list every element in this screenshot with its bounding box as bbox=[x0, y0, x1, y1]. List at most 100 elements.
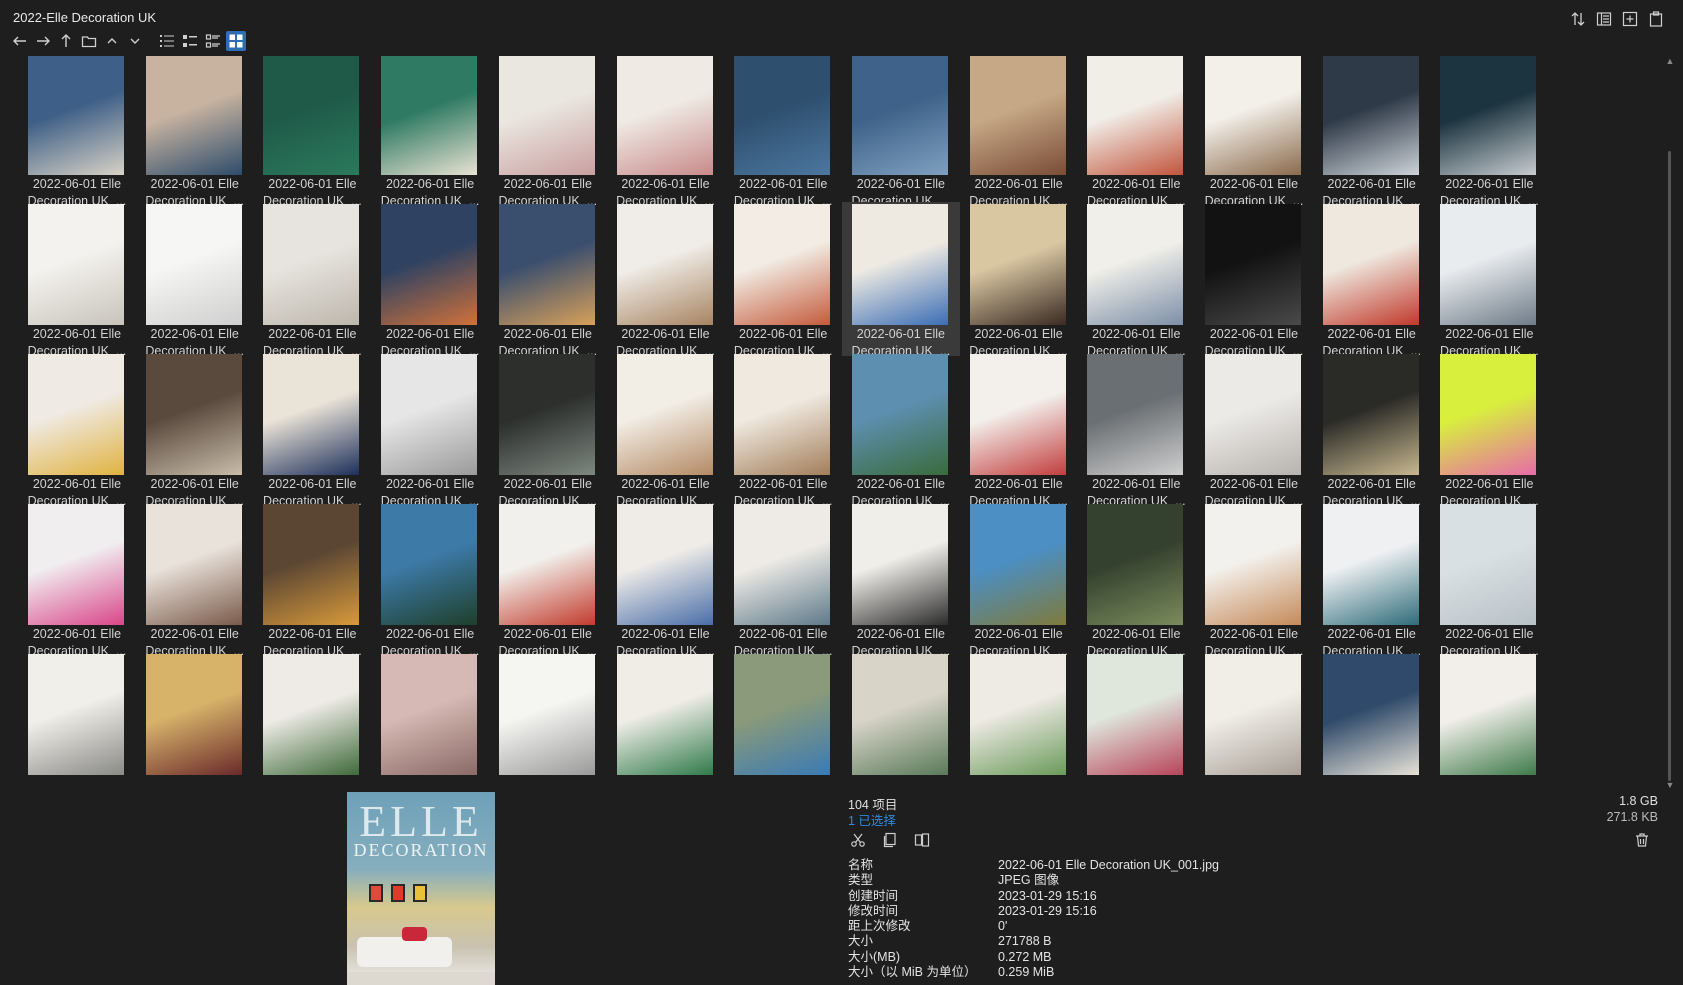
file-tile[interactable]: 2022-06-01 Elle Decoration UK_... bbox=[136, 352, 254, 508]
file-tile[interactable]: 2022-06-01 Elle Decoration UK_... bbox=[18, 202, 136, 358]
file-tile[interactable] bbox=[842, 652, 960, 790]
chevron-down-icon[interactable] bbox=[125, 31, 145, 51]
file-caption-line1: 2022-06-01 Elle bbox=[503, 327, 592, 341]
file-tile[interactable]: 2022-06-01 Elle Decoration UK_... bbox=[18, 56, 136, 208]
thumbnail-view-icon[interactable] bbox=[226, 31, 246, 51]
file-tile[interactable]: 2022-06-01 Elle Decoration UK_... bbox=[371, 352, 489, 508]
file-tile[interactable] bbox=[371, 652, 489, 790]
up-icon[interactable] bbox=[56, 31, 76, 51]
file-thumbnail bbox=[851, 56, 948, 175]
file-tile[interactable]: 2022-06-01 Elle Decoration UK_... bbox=[489, 56, 607, 208]
file-tile[interactable]: 2022-06-01 Elle Decoration UK_... bbox=[841, 202, 960, 358]
file-tile[interactable]: 2022-06-01 Elle Decoration UK_... bbox=[1077, 202, 1195, 358]
file-tile[interactable]: 2022-06-01 Elle Decoration UK_... bbox=[960, 202, 1078, 358]
sort-icon[interactable] bbox=[1569, 10, 1587, 28]
file-tile[interactable]: 2022-06-01 Elle Decoration UK_... bbox=[489, 502, 607, 658]
file-tile[interactable] bbox=[724, 652, 842, 790]
scroll-up-icon[interactable]: ▲ bbox=[1665, 56, 1675, 66]
file-tile[interactable]: 2022-06-01 Elle Decoration UK_... bbox=[960, 502, 1078, 658]
file-tile[interactable]: 2022-06-01 Elle Decoration UK_... bbox=[1195, 56, 1313, 208]
file-tile[interactable]: 2022-06-01 Elle Decoration UK_... bbox=[1313, 352, 1431, 508]
file-caption-line1: 2022-06-01 Elle bbox=[739, 327, 828, 341]
file-tile[interactable] bbox=[136, 652, 254, 790]
window-actions bbox=[1569, 10, 1665, 28]
compare-icon[interactable] bbox=[914, 832, 932, 850]
file-tile[interactable]: 2022-06-01 Elle Decoration UK_... bbox=[371, 202, 489, 358]
file-thumbnail bbox=[498, 204, 595, 325]
file-tile[interactable]: 2022-06-01 Elle Decoration UK_... bbox=[724, 352, 842, 508]
property-value: 0.259 MiB bbox=[998, 965, 1055, 980]
file-tile[interactable]: 2022-06-01 Elle Decoration UK_... bbox=[1077, 352, 1195, 508]
chevron-up-icon[interactable] bbox=[102, 31, 122, 51]
file-tile[interactable]: 2022-06-01 Elle Decoration UK_... bbox=[1195, 352, 1313, 508]
file-tile[interactable]: 2022-06-01 Elle Decoration UK_... bbox=[18, 502, 136, 658]
file-tile[interactable] bbox=[1430, 652, 1548, 790]
file-thumbnail bbox=[734, 354, 831, 475]
details-view-icon[interactable] bbox=[157, 31, 177, 51]
property-key: 类型 bbox=[848, 873, 874, 888]
file-tile[interactable]: 2022-06-01 Elle Decoration UK_... bbox=[1313, 56, 1431, 208]
new-icon[interactable] bbox=[1621, 10, 1639, 28]
file-tile[interactable]: 2022-06-01 Elle Decoration UK_... bbox=[842, 352, 960, 508]
file-tile[interactable]: 2022-06-01 Elle Decoration UK_... bbox=[724, 56, 842, 208]
file-tile[interactable] bbox=[960, 652, 1078, 790]
file-tile[interactable]: 2022-06-01 Elle Decoration UK_... bbox=[253, 202, 371, 358]
file-tile[interactable]: 2022-06-01 Elle Decoration UK_... bbox=[253, 56, 371, 208]
copy-file-icon[interactable] bbox=[882, 832, 900, 850]
folder-icon[interactable] bbox=[79, 31, 99, 51]
file-tile[interactable]: 2022-06-01 Elle Decoration UK_... bbox=[371, 56, 489, 208]
file-tile[interactable]: 2022-06-01 Elle Decoration UK_... bbox=[489, 202, 607, 358]
file-tile[interactable]: 2022-06-01 Elle Decoration UK_... bbox=[1430, 352, 1548, 508]
selected-count[interactable]: 1 已选择 bbox=[848, 810, 896, 829]
tiles-view-icon[interactable] bbox=[203, 31, 223, 51]
scrollbar-thumb[interactable] bbox=[1668, 151, 1671, 781]
file-tile[interactable]: 2022-06-01 Elle Decoration UK_... bbox=[1077, 56, 1195, 208]
back-icon[interactable] bbox=[10, 31, 30, 51]
file-tile[interactable]: 2022-06-01 Elle Decoration UK_... bbox=[607, 56, 725, 208]
file-tile[interactable]: 2022-06-01 Elle Decoration UK_... bbox=[1195, 202, 1313, 358]
file-tile[interactable]: 2022-06-01 Elle Decoration UK_... bbox=[136, 56, 254, 208]
file-tile[interactable]: 2022-06-01 Elle Decoration UK_... bbox=[607, 502, 725, 658]
panel-icon[interactable] bbox=[1595, 10, 1613, 28]
file-tile[interactable]: 2022-06-01 Elle Decoration UK_... bbox=[960, 56, 1078, 208]
file-caption-line1: 2022-06-01 Elle bbox=[856, 627, 946, 641]
file-tile[interactable]: 2022-06-01 Elle Decoration UK_... bbox=[136, 202, 254, 358]
file-tile[interactable]: 2022-06-01 Elle Decoration UK_... bbox=[607, 202, 725, 358]
file-tile[interactable] bbox=[253, 652, 371, 790]
file-tile[interactable]: 2022-06-01 Elle Decoration UK_... bbox=[253, 502, 371, 658]
file-tile[interactable]: 2022-06-01 Elle Decoration UK_... bbox=[842, 502, 960, 658]
file-thumbnail bbox=[734, 56, 831, 175]
file-thumbnail bbox=[263, 204, 360, 325]
file-thumbnail bbox=[1440, 654, 1537, 775]
file-tile[interactable]: 2022-06-01 Elle Decoration UK_... bbox=[1195, 502, 1313, 658]
file-tile[interactable]: 2022-06-01 Elle Decoration UK_... bbox=[1430, 502, 1548, 658]
file-tile[interactable]: 2022-06-01 Elle Decoration UK_... bbox=[1313, 202, 1431, 358]
file-tile[interactable]: 2022-06-01 Elle Decoration UK_... bbox=[371, 502, 489, 658]
file-tile[interactable]: 2022-06-01 Elle Decoration UK_... bbox=[18, 352, 136, 508]
trash-icon[interactable] bbox=[1634, 832, 1652, 850]
scroll-down-icon[interactable]: ▼ bbox=[1665, 780, 1675, 790]
file-tile[interactable] bbox=[18, 652, 136, 790]
file-tile[interactable] bbox=[1195, 652, 1313, 790]
file-tile[interactable]: 2022-06-01 Elle Decoration UK_... bbox=[1430, 56, 1548, 208]
file-tile[interactable] bbox=[489, 652, 607, 790]
list-view-icon[interactable] bbox=[180, 31, 200, 51]
file-tile[interactable]: 2022-06-01 Elle Decoration UK_... bbox=[724, 502, 842, 658]
file-tile[interactable] bbox=[1313, 652, 1431, 790]
vertical-scrollbar[interactable]: ▲ ▼ bbox=[1665, 56, 1675, 790]
file-tile[interactable]: 2022-06-01 Elle Decoration UK_... bbox=[1313, 502, 1431, 658]
cut-icon[interactable] bbox=[850, 832, 868, 850]
file-tile[interactable]: 2022-06-01 Elle Decoration UK_... bbox=[489, 352, 607, 508]
forward-icon[interactable] bbox=[33, 31, 53, 51]
file-tile[interactable]: 2022-06-01 Elle Decoration UK_... bbox=[724, 202, 842, 358]
file-tile[interactable]: 2022-06-01 Elle Decoration UK_... bbox=[842, 56, 960, 208]
file-tile[interactable]: 2022-06-01 Elle Decoration UK_... bbox=[960, 352, 1078, 508]
copy-icon[interactable] bbox=[1647, 10, 1665, 28]
file-tile[interactable]: 2022-06-01 Elle Decoration UK_... bbox=[136, 502, 254, 658]
file-tile[interactable]: 2022-06-01 Elle Decoration UK_... bbox=[607, 352, 725, 508]
file-tile[interactable] bbox=[607, 652, 725, 790]
file-tile[interactable]: 2022-06-01 Elle Decoration UK_... bbox=[1430, 202, 1548, 358]
file-tile[interactable]: 2022-06-01 Elle Decoration UK_... bbox=[253, 352, 371, 508]
file-tile[interactable]: 2022-06-01 Elle Decoration UK_... bbox=[1077, 502, 1195, 658]
file-tile[interactable] bbox=[1077, 652, 1195, 790]
